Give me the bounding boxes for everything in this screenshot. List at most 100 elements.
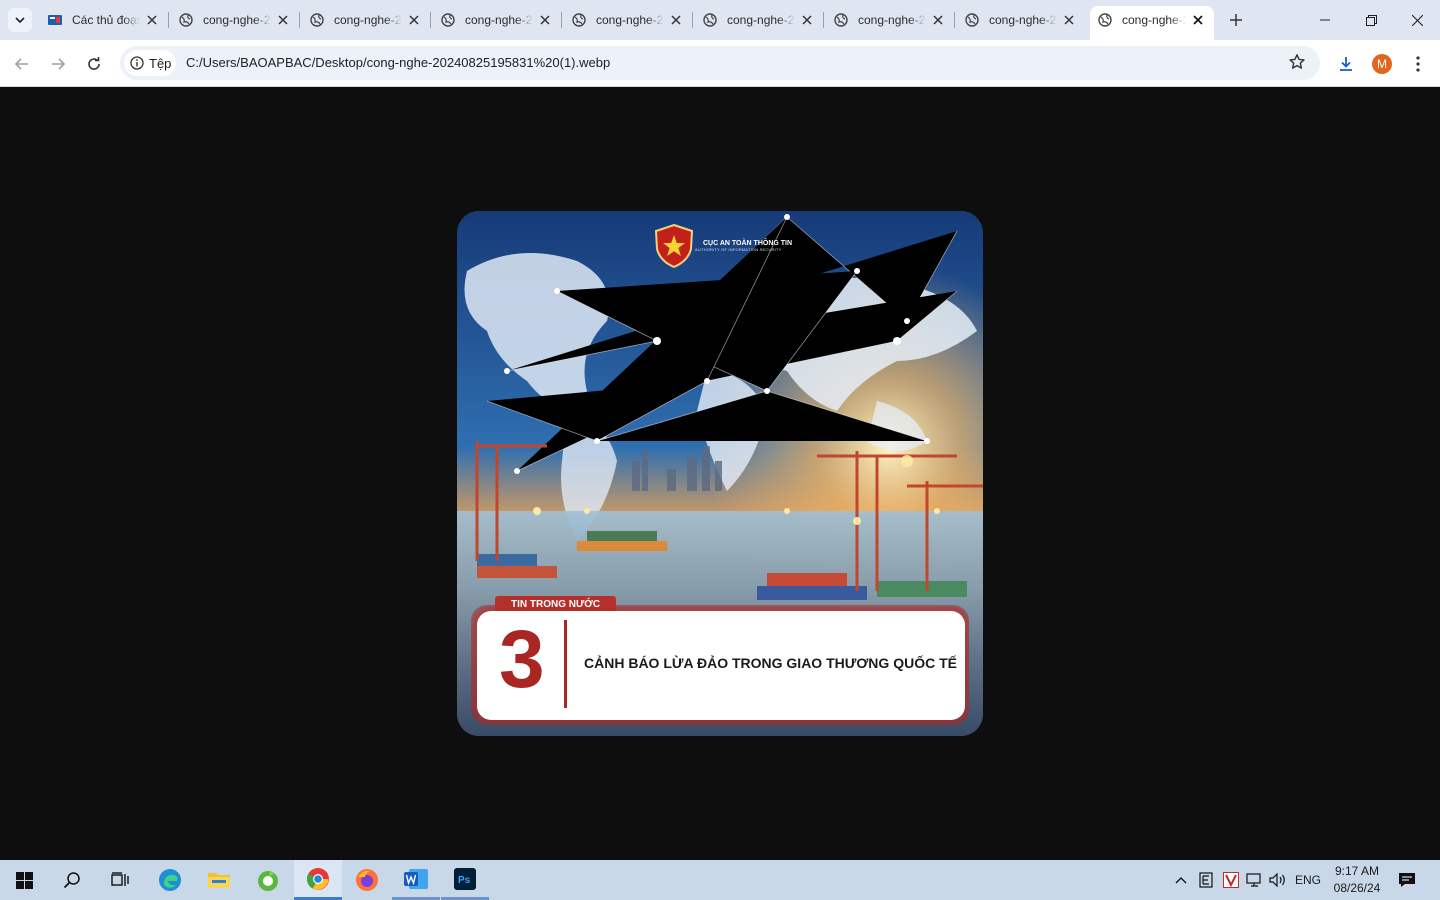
tab-0[interactable]: Các thủ đoạn xyxy=(40,6,168,34)
clock-date: 08/26/24 xyxy=(1333,881,1381,895)
close-icon[interactable] xyxy=(1190,12,1206,28)
taskbar-photoshop[interactable]: Ps xyxy=(441,860,489,900)
tab-title: cong-nghe-20240825195831 (1).webp xyxy=(334,13,402,27)
tab-1[interactable]: cong-nghe-20240825195831 (1).webp xyxy=(171,6,299,34)
tab-search-button[interactable] xyxy=(8,8,32,32)
search-icon xyxy=(63,872,80,889)
close-icon[interactable] xyxy=(668,12,684,28)
minimize-button[interactable] xyxy=(1302,0,1348,40)
tab-7[interactable]: cong-nghe-20240825195831 (1).webp xyxy=(957,6,1085,34)
site-chip-label: Tệp xyxy=(149,55,172,71)
close-icon[interactable] xyxy=(930,12,946,28)
taskbar-search-button[interactable] xyxy=(48,860,96,900)
displayed-image[interactable]: CỤC AN TOÀN THÔNG TIN AUTHORITY OF INFOR… xyxy=(457,211,983,736)
close-icon[interactable] xyxy=(406,12,422,28)
close-icon xyxy=(1411,14,1423,26)
close-icon[interactable] xyxy=(799,12,815,28)
start-button[interactable] xyxy=(0,860,48,900)
task-view-button[interactable] xyxy=(96,860,144,900)
close-icon[interactable] xyxy=(537,12,553,28)
tab-5[interactable]: cong-nghe-20240825195831 (1).webp xyxy=(695,6,823,34)
taskbar-word[interactable] xyxy=(392,860,440,900)
plus-icon xyxy=(1230,14,1242,26)
globe-icon xyxy=(441,13,455,27)
notification-icon xyxy=(1399,873,1415,887)
browser-toolbar: Tệp C:/Users/BAOAPBAC/Desktop/cong-nghe-… xyxy=(0,40,1440,87)
globe-icon xyxy=(572,13,586,27)
tab-strip: Các thủ đoạn cong-nghe-20240825195831 (1… xyxy=(0,0,1440,40)
close-icon[interactable] xyxy=(1061,12,1077,28)
speaker-icon xyxy=(1269,873,1285,887)
globe-icon xyxy=(965,13,979,27)
globe-icon xyxy=(703,13,717,27)
taskbar-file-explorer[interactable] xyxy=(195,860,243,900)
news-favicon-icon xyxy=(48,13,62,27)
star-icon xyxy=(1289,54,1305,69)
tab-6[interactable]: cong-nghe-20240825195831 (1).webp xyxy=(826,6,954,34)
taskbar-edge[interactable] xyxy=(146,860,194,900)
action-center-button[interactable] xyxy=(1392,860,1422,900)
tab-3[interactable]: cong-nghe-20240825195831 (1).webp xyxy=(433,6,561,34)
clock-time: 9:17 AM xyxy=(1334,864,1380,878)
avatar: M xyxy=(1372,54,1392,74)
close-window-button[interactable] xyxy=(1394,0,1440,40)
tab-separator xyxy=(299,12,300,28)
url-text[interactable]: C:/Users/BAOAPBAC/Desktop/cong-nghe-2024… xyxy=(186,55,610,70)
tray-antivirus[interactable] xyxy=(1219,860,1243,900)
new-tab-button[interactable] xyxy=(1224,8,1248,32)
tab-title: cong-nghe-20240825195831 (1).webp xyxy=(727,13,795,27)
site-info-chip[interactable]: Tệp xyxy=(124,50,176,76)
tab-title: cong-nghe-20240825195831 (1).webp xyxy=(858,13,926,27)
profile-button[interactable]: M xyxy=(1368,50,1396,78)
restore-button[interactable] xyxy=(1348,0,1394,40)
tab-separator xyxy=(168,12,169,28)
tab-separator xyxy=(430,12,431,28)
taskbar-chrome[interactable] xyxy=(294,860,342,900)
close-icon[interactable] xyxy=(275,12,291,28)
downloads-button[interactable] xyxy=(1332,50,1360,78)
svg-text:Ps: Ps xyxy=(458,875,471,886)
coc-coc-icon xyxy=(258,870,278,891)
forward-button[interactable] xyxy=(44,50,72,78)
category-tag: TIN TRONG NƯỚC xyxy=(495,596,617,612)
close-icon[interactable] xyxy=(144,12,160,28)
tab-4[interactable]: cong-nghe-20240825195831 (1).webp xyxy=(564,6,692,34)
taskbar-firefox[interactable] xyxy=(343,860,391,900)
tab-2[interactable]: cong-nghe-20240825195831 (1).webp xyxy=(302,6,430,34)
headline-number: 3 xyxy=(499,614,545,705)
chevron-down-icon xyxy=(15,17,25,24)
taskbar-coccoc[interactable] xyxy=(244,860,292,900)
minimize-icon xyxy=(1320,19,1330,21)
logo-title: CỤC AN TOÀN THÔNG TIN xyxy=(703,239,793,247)
reload-button[interactable] xyxy=(80,50,108,78)
menu-button[interactable] xyxy=(1404,50,1432,78)
taskbar: Ps ENG 9:17 AM 08/26/24 xyxy=(0,860,1440,900)
tray-network[interactable] xyxy=(1243,860,1267,900)
photoshop-icon: Ps xyxy=(454,867,476,890)
address-bar[interactable]: Tệp C:/Users/BAOAPBAC/Desktop/cong-nghe-… xyxy=(120,46,1320,80)
tab-separator xyxy=(561,12,562,28)
divider xyxy=(564,620,567,708)
tab-separator xyxy=(692,12,693,28)
reload-icon xyxy=(88,57,100,70)
tray-language[interactable]: ENG xyxy=(1292,860,1324,900)
headline-text: CẢNH BÁO LỪA ĐẢO TRONG GIAO THƯƠNG QUỐC … xyxy=(584,655,957,671)
tab-title: cong-nghe-20240825195831 (1).webp xyxy=(989,13,1057,27)
tab-separator xyxy=(823,12,824,28)
task-view-icon xyxy=(111,872,129,886)
download-icon xyxy=(1340,57,1352,71)
back-button[interactable] xyxy=(8,50,36,78)
tab-8-active[interactable]: cong-nghe-20240825195831 (1).webp xyxy=(1090,6,1214,40)
globe-icon xyxy=(1098,13,1112,27)
tray-clock[interactable]: 9:17 AM 08/26/24 xyxy=(1328,863,1386,897)
tray-input-indicator[interactable] xyxy=(1194,860,1218,900)
show-hidden-icons-button[interactable] xyxy=(1170,860,1192,900)
shield-star-icon xyxy=(654,223,694,269)
info-icon xyxy=(130,56,144,70)
edge-icon xyxy=(159,869,181,891)
folder-icon xyxy=(208,873,230,888)
word-icon xyxy=(404,868,428,889)
tray-volume[interactable] xyxy=(1266,860,1290,900)
restore-icon xyxy=(1365,14,1377,26)
bookmark-button[interactable] xyxy=(1288,53,1306,76)
